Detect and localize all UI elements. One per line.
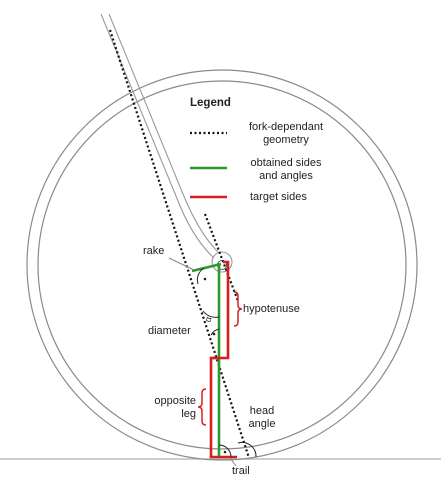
legend-title: Legend [190,97,231,109]
trail-label: trail [232,465,250,477]
legend-item-fork-dependant-line2: geometry [263,134,309,146]
trail-right-angle-dot [223,450,227,454]
rake-label: rake [143,245,165,257]
head-angle-label-line1: head [249,405,275,417]
fork-blade-left [100,13,215,259]
legend-item-fork-dependant: fork-dependant geometry [238,121,334,147]
legend-item-obtained: obtained sides and angles [238,157,334,183]
diameter-right-angle-dot [212,332,216,336]
opposite-leg-label: opposite leg [150,395,196,421]
head-angle-label-line2: angle [248,418,276,430]
opposite-leg-label-line1: opposite [154,395,196,407]
opposite-leg-label-line2: leg [181,408,196,420]
fork-blade-right [108,13,219,253]
head-angle-label: head angle [245,405,279,431]
bicycle-geometry-diagram [0,13,441,467]
hypotenuse-label: hypotenuse [243,303,300,315]
wheel-inner-circle [37,80,407,450]
legend-item-fork-dependant-line1: fork-dependant [249,121,323,133]
hypotenuse-brace [233,291,243,327]
steering-axis-dotted [108,29,251,459]
legend-item-obtained-line1: obtained sides [250,157,322,169]
legend-item-target: target sides [250,191,307,203]
wheel-outer-circle [26,69,418,461]
rake-right-angle-dot [203,277,207,281]
axle-parallel-dotted [203,213,240,302]
diameter-label: diameter [148,325,191,337]
rake-pointer [168,257,195,271]
legend-item-obtained-line2: and angles [259,170,313,182]
opposite-leg-brace [197,388,207,426]
